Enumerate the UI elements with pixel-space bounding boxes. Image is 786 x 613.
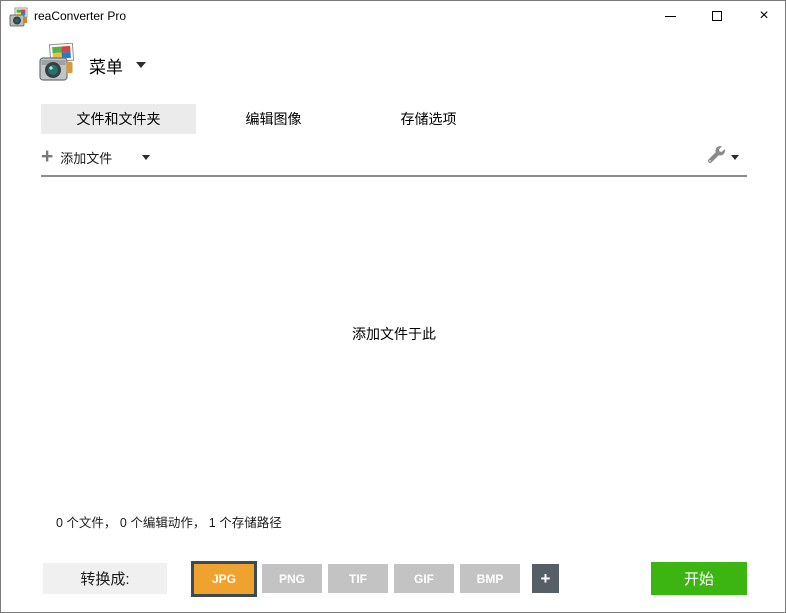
close-button[interactable]: × [741,1,785,31]
chevron-down-icon [136,62,146,68]
format-button-tif[interactable]: TIF [328,564,388,593]
chevron-down-icon [142,154,151,160]
camera-icon [39,42,76,87]
plus-icon: + [41,145,54,168]
tab-bar: 文件和文件夹 编辑图像 存储选项 [41,104,506,134]
maximize-button[interactable] [694,1,740,31]
minimize-icon [664,15,676,17]
main-menu-button[interactable]: 菜单 [39,42,146,87]
app-icon [9,7,29,27]
toolbar: + 添加文件 [41,141,747,177]
tab-files-and-folders[interactable]: 文件和文件夹 [41,104,196,134]
format-button-bmp[interactable]: BMP [460,564,520,593]
add-files-label: 添加文件 [60,150,113,166]
convert-to-label: 转换成: [43,563,167,594]
tab-saving-options[interactable]: 存储选项 [351,104,506,134]
menu-label: 菜单 [89,57,123,77]
tab-edit-images[interactable]: 编辑图像 [196,104,351,134]
toolbar-separator [41,175,747,177]
close-icon: × [759,7,769,24]
titlebar: reaConverter Pro × [1,1,785,33]
window-title: reaConverter Pro [34,9,127,23]
app-window: reaConverter Pro × 菜单 文件和文件夹 编辑图像 存储选项 +… [0,0,786,613]
format-button-gif[interactable]: GIF [394,564,454,593]
add-format-button[interactable]: + [532,564,559,593]
minimize-button[interactable] [647,1,693,31]
tools-menu-button[interactable] [707,143,739,171]
add-files-button[interactable]: + 添加文件 [41,143,151,171]
file-drop-zone[interactable]: 添加文件于此 [2,178,785,490]
wrench-icon [707,146,725,168]
start-button[interactable]: 开始 [651,562,747,595]
maximize-icon [712,11,722,21]
format-button-png[interactable]: PNG [262,564,322,593]
format-button-jpg[interactable]: JPG [191,561,257,597]
drop-hint-text: 添加文件于此 [352,326,436,342]
chevron-down-icon [731,154,739,160]
status-summary: 0 个文件， 0 个编辑动作， 1 个存储路径 [56,516,282,530]
